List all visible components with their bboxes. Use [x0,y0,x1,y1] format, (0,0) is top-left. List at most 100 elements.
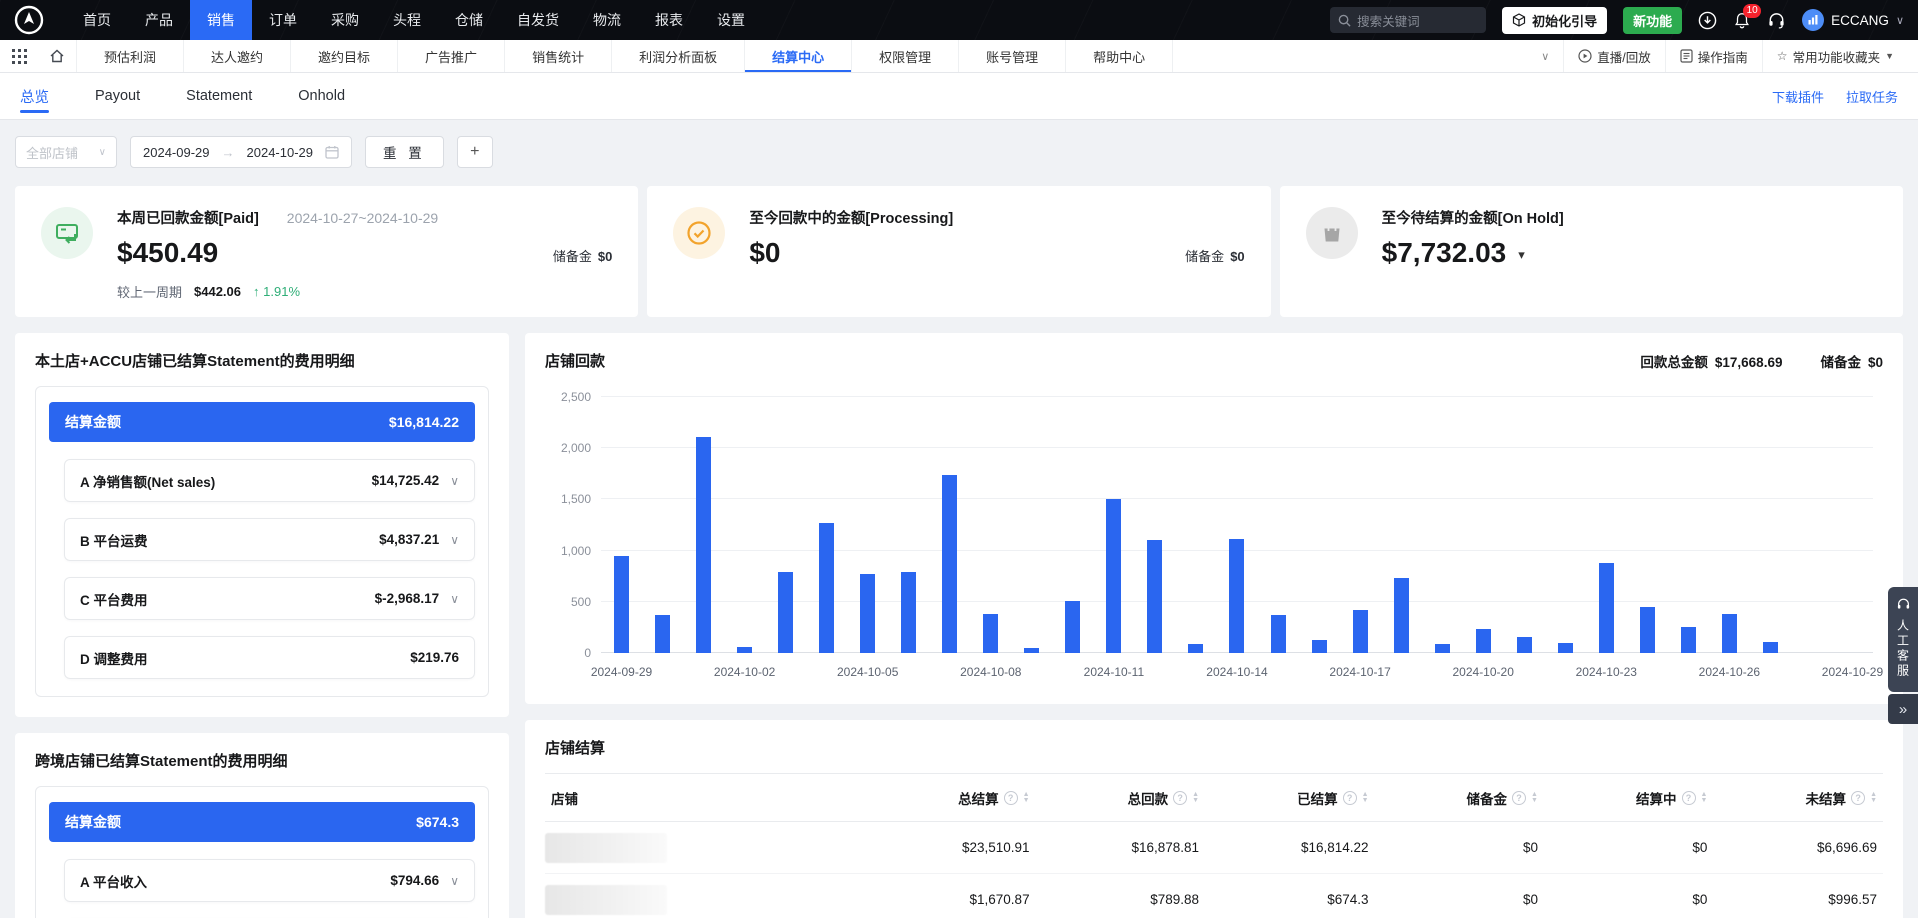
apps-grid-button[interactable] [0,40,38,72]
tab-Onhold[interactable]: Onhold [298,73,345,120]
caret-down-icon[interactable]: ▾ [1518,247,1525,269]
bar[interactable] [1599,563,1614,653]
search-input[interactable]: 搜索关键词 [1330,7,1486,33]
bar[interactable] [1763,642,1778,653]
date-range-picker[interactable]: 2024-09-29 → 2024-10-29 [130,136,352,168]
bar[interactable] [1394,578,1409,653]
bar[interactable] [1106,499,1121,653]
bar[interactable] [1188,644,1203,653]
bar[interactable] [1435,644,1450,653]
topbar-item[interactable]: 报表 [638,0,700,40]
table-row[interactable]: $23,510.91$16,878.81$16,814.22$0$0$6,696… [545,822,1883,874]
subnav-item[interactable]: 利润分析面板 [611,40,744,72]
pull-task-link[interactable]: 拉取任务 [1846,87,1898,106]
guide-link[interactable]: 操作指南 [1665,40,1762,72]
bar[interactable] [1722,614,1737,653]
bar[interactable] [1517,637,1532,653]
column-header[interactable]: 总回款?▲▼ [1036,774,1205,822]
bar[interactable] [901,572,916,653]
topbar-item[interactable]: 销售 [190,0,252,40]
bar[interactable] [1353,610,1368,653]
sort-icon[interactable]: ▲▼ [1362,792,1369,804]
chevron-down-icon[interactable]: ∨ [450,874,459,888]
column-header[interactable]: 未结算?▲▼ [1713,774,1883,822]
home-button[interactable] [38,40,76,72]
bar[interactable] [942,475,957,653]
bar[interactable] [819,523,834,653]
column-header[interactable]: 总结算?▲▼ [866,774,1035,822]
column-header[interactable]: 店铺 [545,774,866,822]
bar[interactable] [1681,627,1696,653]
tab-总览[interactable]: 总览 [20,73,49,120]
bar[interactable] [1147,540,1162,653]
bar[interactable] [778,572,793,653]
notification-button[interactable]: 10 [1733,11,1751,30]
download-button[interactable] [1698,11,1717,30]
user-menu[interactable]: ECCANG ∨ [1802,9,1904,31]
bar[interactable] [983,614,998,653]
subnav-item[interactable]: 广告推广 [397,40,504,72]
subnav-item[interactable]: 预估利润 [76,40,183,72]
statement-row[interactable]: A 平台收入$794.66∨ [64,859,475,902]
statement-row[interactable]: A 净销售额(Net sales)$14,725.42∨ [64,459,475,502]
tab-Statement[interactable]: Statement [186,73,252,120]
customer-service-button[interactable]: 人工客服 [1888,587,1918,692]
topbar-item[interactable]: 采购 [314,0,376,40]
sort-icon[interactable]: ▲▼ [1701,792,1708,804]
live-replay-link[interactable]: 直播/回放 [1563,40,1664,72]
new-feature-button[interactable]: 新功能 [1623,7,1682,34]
chevron-down-icon[interactable]: ∨ [450,533,459,547]
chevron-down-icon[interactable]: ∨ [450,592,459,606]
reset-button[interactable]: 重 置 [365,136,444,168]
column-header[interactable]: 储备金?▲▼ [1375,774,1544,822]
bar[interactable] [1229,539,1244,653]
topbar-item[interactable]: 仓储 [438,0,500,40]
subnav-item[interactable]: 达人邀约 [183,40,290,72]
help-icon[interactable]: ? [1851,791,1865,805]
bar[interactable] [737,647,752,653]
bar[interactable] [614,556,629,653]
bar[interactable] [1640,607,1655,653]
topbar-item[interactable]: 产品 [128,0,190,40]
topbar-item[interactable]: 物流 [576,0,638,40]
bar[interactable] [655,615,670,653]
topbar-item[interactable]: 自发货 [500,0,576,40]
chevron-down-icon[interactable]: ∨ [450,474,459,488]
help-icon[interactable]: ? [1343,791,1357,805]
subnav-item[interactable]: 结算中心 [744,40,851,72]
help-icon[interactable]: ? [1682,791,1696,805]
app-logo-icon[interactable] [14,5,44,35]
topbar-item[interactable]: 设置 [700,0,762,40]
subnav-item[interactable]: 销售统计 [504,40,611,72]
bar[interactable] [1065,601,1080,653]
tab-Payout[interactable]: Payout [95,73,140,120]
favorites-link[interactable]: ☆ 常用功能收藏夹 ▼ [1762,40,1908,72]
subnav-item[interactable]: 账号管理 [958,40,1065,72]
download-plugin-link[interactable]: 下载插件 [1772,87,1824,106]
bar[interactable] [1558,643,1573,653]
statement-row[interactable]: C 平台费用$-2,968.17∨ [64,577,475,620]
column-header[interactable]: 结算中?▲▼ [1544,774,1713,822]
topbar-item[interactable]: 头程 [376,0,438,40]
subnav-item[interactable]: 权限管理 [851,40,958,72]
init-guide-button[interactable]: 初始化引导 [1502,7,1607,34]
sort-icon[interactable]: ▲▼ [1192,792,1199,804]
help-icon[interactable]: ? [1004,791,1018,805]
sort-icon[interactable]: ▲▼ [1870,792,1877,804]
column-header[interactable]: 已结算?▲▼ [1205,774,1374,822]
bar[interactable] [1271,615,1286,653]
bar[interactable] [860,574,875,653]
bar[interactable] [696,437,711,653]
table-row[interactable]: $1,670.87$789.88$674.3$0$0$996.57 [545,874,1883,918]
statement-row[interactable]: B 平台运费$4,837.21∨ [64,518,475,561]
bar[interactable] [1312,640,1327,653]
help-icon[interactable]: ? [1173,791,1187,805]
support-button[interactable] [1767,11,1786,30]
topbar-item[interactable]: 首页 [66,0,128,40]
collapse-panel-button[interactable]: » [1888,694,1918,724]
add-filter-button[interactable]: + [457,136,493,168]
subnav-item[interactable]: 邀约目标 [290,40,397,72]
bar[interactable] [1476,629,1491,653]
collapse-chevron-icon[interactable]: ∨ [1527,50,1563,63]
statement-row[interactable]: D 调整费用$219.76 [64,636,475,679]
